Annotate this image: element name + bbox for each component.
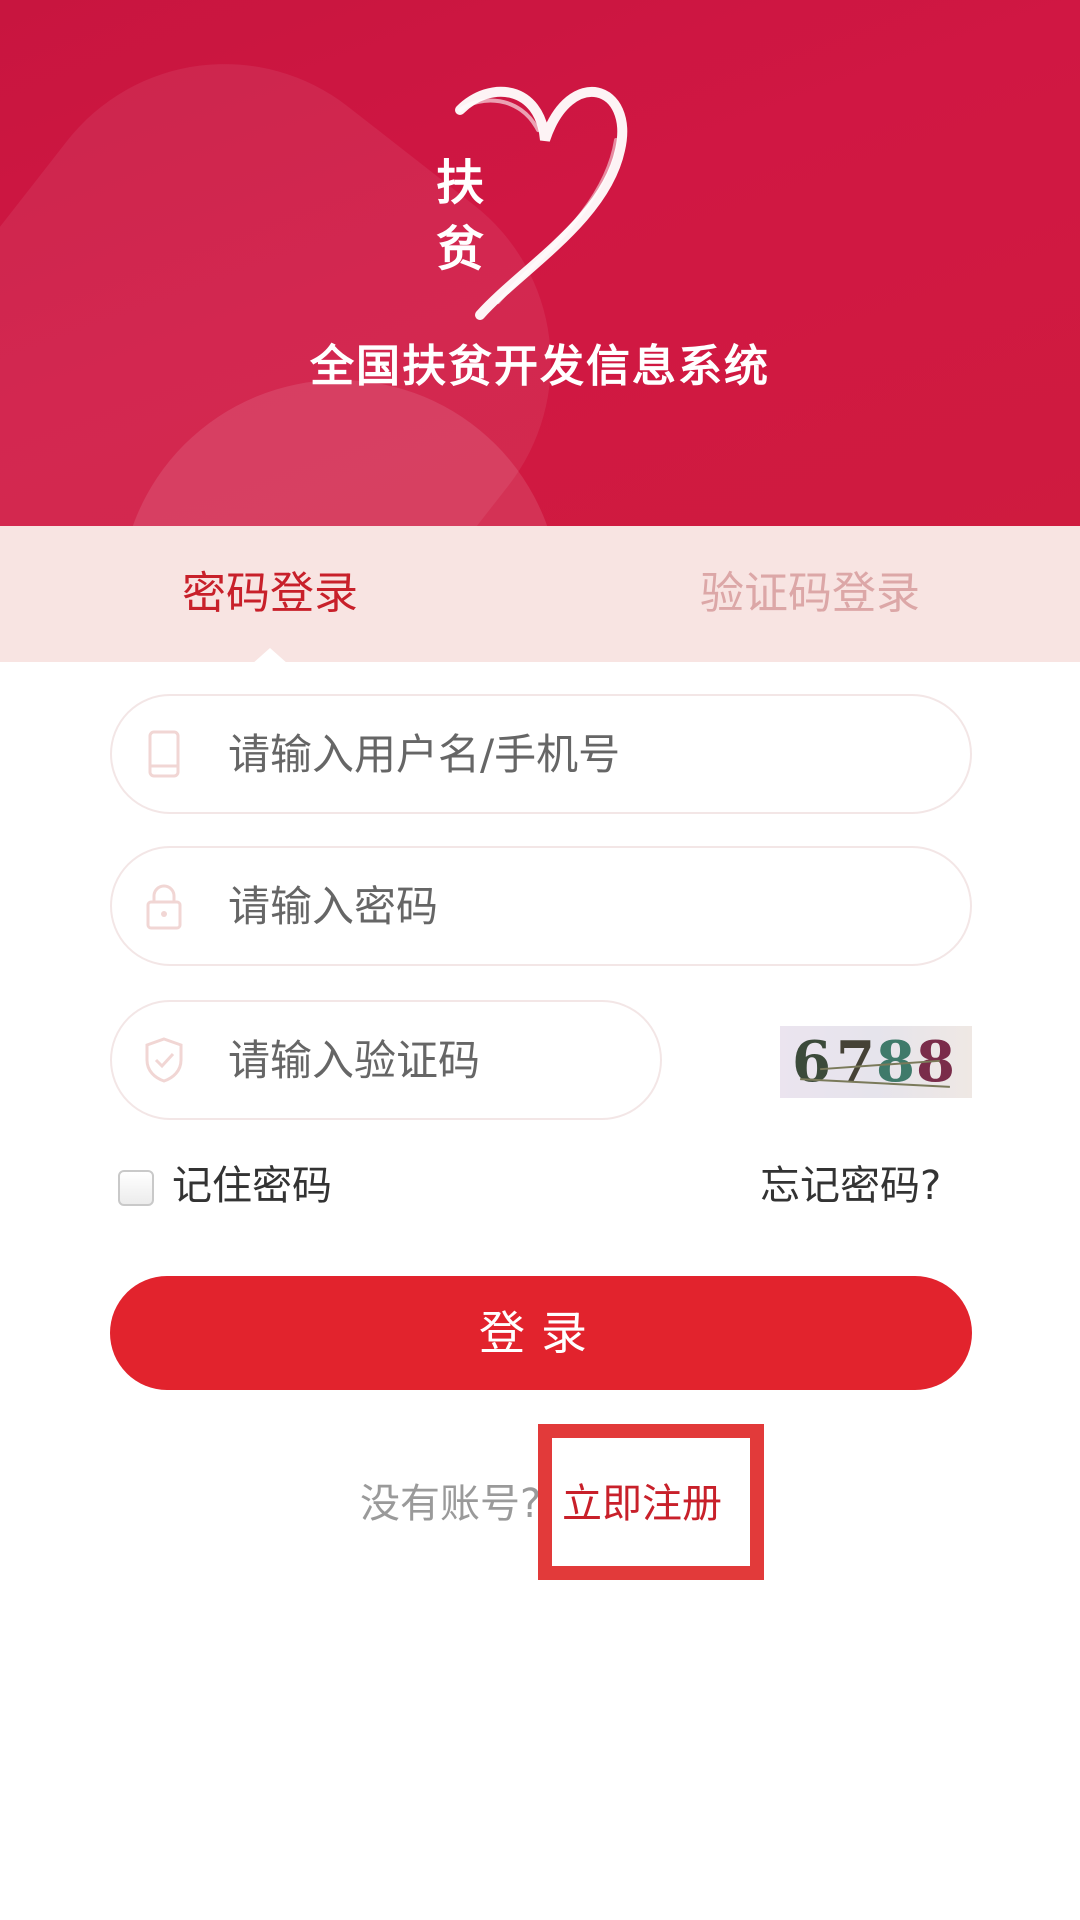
captcha-digit: 7 — [836, 1029, 875, 1095]
login-button[interactable]: 登录 — [110, 1276, 972, 1390]
username-field — [110, 694, 972, 814]
login-tabs: 密码登录 验证码登录 — [0, 526, 1080, 662]
logo-calligraphy: 扶 贫 — [425, 150, 495, 282]
lock-icon — [146, 884, 182, 930]
system-title: 全国扶贫开发信息系统 — [310, 341, 770, 392]
password-input[interactable] — [228, 868, 928, 944]
captcha-input[interactable] — [228, 1022, 628, 1098]
captcha-digit: 6 — [792, 1029, 831, 1095]
forgot-password-link[interactable]: 忘记密码? — [760, 1158, 990, 1214]
no-account-prompt: 没有账号? — [360, 1481, 542, 1527]
captcha-image[interactable]: 6 7 8 8 — [780, 1026, 972, 1098]
active-tab-indicator — [252, 648, 288, 664]
captcha-field — [110, 1000, 662, 1120]
remember-password-checkbox[interactable] — [118, 1170, 154, 1206]
header-banner: 扶 贫 全国扶贫开发信息系统 — [0, 0, 1080, 526]
username-input[interactable] — [228, 716, 928, 792]
logo-char-fu: 扶 — [435, 155, 484, 211]
tab-code-login[interactable]: 验证码登录 — [660, 526, 960, 662]
tab-password-login[interactable]: 密码登录 — [120, 526, 420, 662]
shield-check-icon — [145, 1037, 183, 1083]
password-field — [110, 846, 972, 966]
register-link[interactable]: 立即注册 — [562, 1472, 722, 1536]
remember-password-label: 记住密码 — [172, 1163, 332, 1209]
phone-icon — [148, 730, 180, 778]
logo-char-pin: 贫 — [435, 221, 484, 277]
